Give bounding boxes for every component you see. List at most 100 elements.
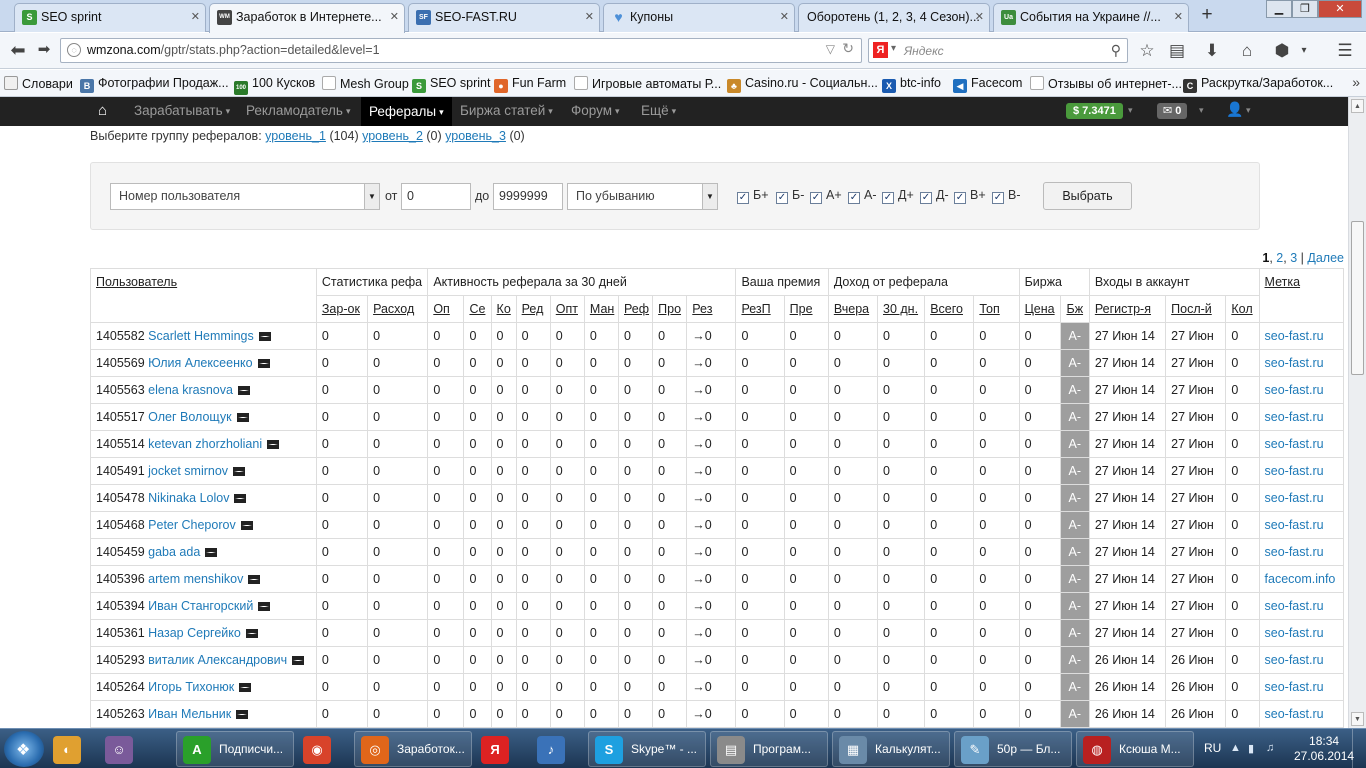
bookmark-0[interactable]: Словари	[4, 76, 73, 91]
column-header[interactable]: Топ	[973, 295, 1020, 323]
taskbar-item-1[interactable]: ☺	[100, 731, 138, 767]
search-box[interactable]: Я ▾ Яндекс ⚲	[868, 38, 1128, 63]
browser-tab-0[interactable]: S SEO sprint ✕	[14, 3, 206, 32]
header-user[interactable]: Пользователь	[90, 268, 317, 323]
user-name-link[interactable]: ketevan zhorzholiani	[148, 437, 262, 451]
user-name-link[interactable]: artem menshikov	[148, 572, 243, 586]
tag-link[interactable]: seo-fast.ru	[1265, 626, 1324, 640]
messages-caret-icon[interactable]: ▾	[1199, 105, 1204, 116]
new-tab-button[interactable]: +	[1195, 3, 1219, 27]
minimize-icon[interactable]: ▁	[1266, 0, 1292, 18]
scroll-thumb[interactable]	[1351, 221, 1364, 375]
tag-link[interactable]: facecom.info	[1265, 572, 1336, 586]
column-header[interactable]: Регистр-я	[1088, 295, 1167, 323]
menu-forum[interactable]: Форум ▾	[571, 103, 620, 118]
taskbar-item-11[interactable]: ◍ Ксюша М...	[1076, 731, 1194, 767]
bookmark-1[interactable]: B Фотографии Продаж...	[80, 76, 229, 93]
tag-link[interactable]: seo-fast.ru	[1265, 707, 1324, 721]
menu-more[interactable]: Ещё ▾	[641, 103, 676, 118]
sort-field-select[interactable]: Номер пользователя ▼	[110, 183, 380, 210]
bookmark-5[interactable]: ● Fun Farm	[494, 76, 566, 93]
group-level-3-link[interactable]: уровень_3	[445, 129, 506, 143]
network-icon[interactable]: ▮	[1248, 742, 1254, 755]
user-name-link[interactable]: Назар Сергейко	[148, 626, 241, 640]
search-icon[interactable]: ⚲	[1111, 42, 1121, 59]
column-header[interactable]: Рез	[686, 295, 737, 323]
taskbar-item-8[interactable]: ▤ Програм...	[710, 731, 828, 767]
envelope-icon[interactable]	[233, 467, 246, 476]
balance-caret-icon[interactable]: ▾	[1128, 105, 1133, 116]
page-3-link[interactable]: 3	[1290, 251, 1297, 265]
envelope-icon[interactable]	[248, 575, 261, 584]
column-header[interactable]: Реф	[618, 295, 654, 323]
group-level-2-link[interactable]: уровень_2	[362, 129, 423, 143]
envelope-icon[interactable]	[239, 683, 252, 692]
column-header[interactable]: Пре	[783, 295, 829, 323]
addon-dropdown-icon[interactable]: ▾	[1292, 39, 1316, 63]
tag-link[interactable]: seo-fast.ru	[1265, 464, 1324, 478]
user-icon[interactable]: 👤	[1226, 101, 1243, 118]
user-name-link[interactable]: виталик Александрович	[148, 653, 287, 667]
column-header[interactable]: Расход	[367, 295, 429, 323]
column-header[interactable]: Оп	[427, 295, 465, 323]
envelope-icon[interactable]	[236, 413, 249, 422]
start-button[interactable]: ❖	[4, 731, 44, 767]
from-input[interactable]: 0	[401, 183, 471, 210]
menu-referrals[interactable]: Рефералы ▾	[361, 97, 452, 126]
column-header[interactable]: Всего	[924, 295, 975, 323]
browser-tab-3[interactable]: ♥ Купоны ✕	[603, 3, 795, 32]
address-text[interactable]: wmzona.com/gptr/stats.php?action=detaile…	[87, 43, 380, 57]
home-icon[interactable]: ⌂	[1235, 39, 1259, 63]
addon-icon[interactable]: ⬢	[1270, 39, 1294, 63]
checkbox-a-plus[interactable]: ✓	[810, 192, 822, 204]
user-name-link[interactable]: gaba ada	[148, 545, 200, 559]
envelope-icon[interactable]	[205, 548, 218, 557]
bookmark-10[interactable]: Отзывы об интернет-...	[1030, 76, 1182, 91]
bookmark-star-icon[interactable]: ☆	[1135, 39, 1159, 63]
column-header[interactable]: РезП	[735, 295, 785, 323]
select-button[interactable]: Выбрать	[1043, 182, 1132, 210]
taskbar-item-7[interactable]: S Skype™ - ...	[588, 731, 706, 767]
column-header[interactable]: Зар-ок	[315, 295, 369, 323]
browser-tab-2[interactable]: SF SEO-FAST.RU ✕	[408, 3, 600, 32]
checkbox-a-minus[interactable]: ✓	[848, 192, 860, 204]
bookmark-9[interactable]: ◀ Facecom	[953, 76, 1022, 93]
tab-close-icon[interactable]: ✕	[1174, 4, 1183, 30]
user-name-link[interactable]: Иван Мельник	[148, 707, 231, 721]
user-name-link[interactable]: Scarlett Hemmings	[148, 329, 254, 343]
envelope-icon[interactable]	[258, 332, 271, 341]
menu-articles[interactable]: Биржа статей ▾	[460, 103, 553, 118]
download-icon[interactable]: ⬇	[1200, 39, 1224, 63]
browser-tab-4[interactable]: Оборотень (1, 2, 3, 4 Сезон)... ✕	[798, 3, 990, 32]
bookmark-2[interactable]: 100 100 Кусков	[234, 76, 315, 95]
page-scrollbar[interactable]: ▲ ▼	[1348, 97, 1366, 728]
language-indicator[interactable]: RU	[1204, 741, 1221, 755]
reload-icon[interactable]: ↻	[842, 40, 854, 57]
tag-link[interactable]: seo-fast.ru	[1265, 653, 1324, 667]
balance-badge[interactable]: $ 7.3471	[1066, 103, 1123, 119]
user-name-link[interactable]: Nikinaka Lolov	[148, 491, 229, 505]
tab-close-icon[interactable]: ✕	[390, 4, 399, 30]
envelope-icon[interactable]	[236, 710, 249, 719]
column-header[interactable]: Цена	[1018, 295, 1061, 323]
tab-close-icon[interactable]: ✕	[191, 4, 200, 30]
envelope-icon[interactable]	[257, 359, 270, 368]
column-header[interactable]: Вчера	[827, 295, 879, 323]
column-header[interactable]: Ред	[515, 295, 551, 323]
taskbar-item-3[interactable]: ◉	[298, 731, 350, 767]
messages-badge[interactable]: ✉ 0	[1157, 103, 1188, 119]
bookmarks-overflow-icon[interactable]: »	[1352, 74, 1360, 90]
tag-link[interactable]: seo-fast.ru	[1265, 356, 1324, 370]
user-name-link[interactable]: Peter Cheporov	[148, 518, 236, 532]
dropdown-arrow-icon[interactable]: ▽	[826, 42, 835, 56]
tag-link[interactable]: seo-fast.ru	[1265, 680, 1324, 694]
maximize-icon[interactable]: ❐	[1292, 0, 1318, 18]
clock[interactable]: 18:34 27.06.2014	[1294, 734, 1354, 764]
envelope-icon[interactable]	[237, 386, 250, 395]
envelope-icon[interactable]	[245, 629, 258, 638]
envelope-icon[interactable]	[258, 602, 271, 611]
tag-link[interactable]: seo-fast.ru	[1265, 329, 1324, 343]
user-name-link[interactable]: jocket smirnov	[148, 464, 228, 478]
checkbox-b-plus[interactable]: ✓	[737, 192, 749, 204]
address-bar[interactable]: ◌ wmzona.com/gptr/stats.php?action=detai…	[60, 38, 862, 63]
